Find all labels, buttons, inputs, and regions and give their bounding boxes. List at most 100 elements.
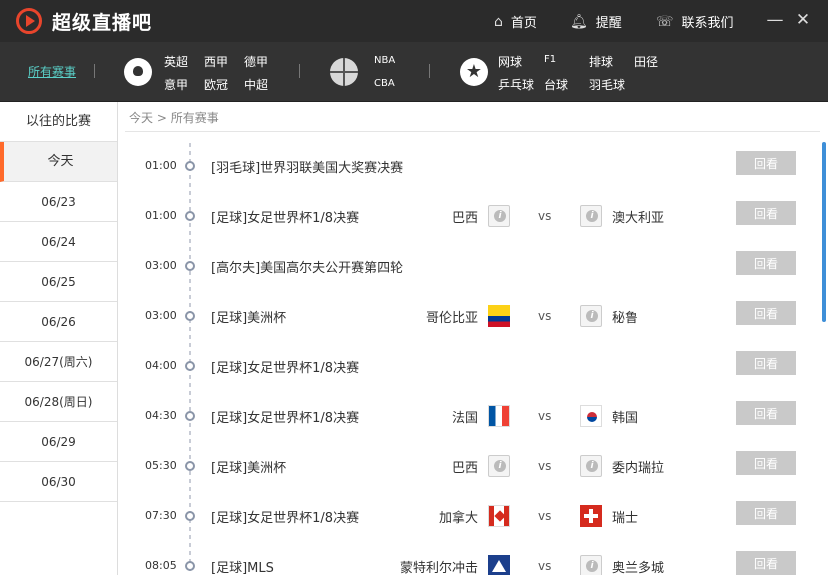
- match-title: [足球]女足世界杯1/8决赛: [211, 411, 360, 426]
- vs-label: vs: [538, 459, 552, 473]
- match-time: 04:00: [145, 359, 177, 372]
- sidebar-item-today[interactable]: 今天: [0, 142, 117, 182]
- replay-button[interactable]: 回看: [736, 551, 796, 575]
- match-row: 03:00 [足球]美洲杯 哥伦比亚 vs i 秘鲁 回看: [125, 300, 815, 350]
- away-team: 奥兰多城: [612, 561, 665, 575]
- sidebar-item-0630[interactable]: 06/30: [0, 462, 117, 502]
- vs-label: vs: [538, 509, 552, 523]
- match-time: 07:30: [145, 509, 177, 522]
- timeline-dot-icon: [185, 311, 195, 321]
- contact-button[interactable]: ☏ 联系我们: [656, 12, 734, 32]
- away-team-flag-icon: i: [580, 305, 602, 327]
- home-team-flag-icon: [488, 505, 510, 527]
- replay-button[interactable]: 回看: [736, 401, 796, 425]
- app-logo-icon: [16, 8, 42, 34]
- replay-button[interactable]: 回看: [736, 251, 796, 275]
- category-soccer-bundesliga[interactable]: 德甲: [244, 53, 268, 70]
- flag-icon: [488, 555, 510, 575]
- category-athletics[interactable]: 田径: [634, 53, 658, 70]
- home-label: 首页: [510, 16, 537, 31]
- match-row: 05:30 [足球]美洲杯 巴西 i vs i 委内瑞拉 回看: [125, 450, 815, 500]
- match-title: [羽毛球]世界羽联美国大奖赛决赛: [211, 161, 404, 176]
- match-row: 04:00 [足球]女足世界杯1/8决赛 回看: [125, 350, 815, 400]
- replay-button[interactable]: 回看: [736, 301, 796, 325]
- breadcrumb-today[interactable]: 今天: [129, 111, 153, 125]
- title-bar: 超级直播吧 ⌂ 首页 🔔︎ 提醒 ☏ 联系我们 — ✕: [0, 0, 828, 42]
- info-icon: i: [494, 460, 506, 472]
- flag-icon: i: [580, 555, 602, 575]
- category-badminton[interactable]: 羽毛球: [589, 76, 625, 93]
- category-billiards[interactable]: 台球: [544, 76, 568, 93]
- replay-button[interactable]: 回看: [736, 351, 796, 375]
- flag-icon: i: [488, 205, 510, 227]
- sidebar-item-0623[interactable]: 06/23: [0, 182, 117, 222]
- category-soccer-seriea[interactable]: 意甲: [164, 76, 188, 93]
- category-nba[interactable]: NBA: [374, 55, 395, 66]
- replay-button[interactable]: 回看: [736, 201, 796, 225]
- minimize-button[interactable]: —: [765, 8, 785, 32]
- category-table-tennis[interactable]: 乒乓球: [498, 76, 534, 93]
- category-soccer-csl[interactable]: 中超: [244, 76, 268, 93]
- match-row: 08:05 [足球]MLS 蒙特利尔冲击 vs i 奥兰多城 回看: [125, 550, 815, 575]
- category-f1[interactable]: F1: [544, 54, 556, 65]
- replay-button[interactable]: 回看: [736, 451, 796, 475]
- all-events-link[interactable]: 所有赛事: [28, 63, 76, 80]
- away-team: 韩国: [612, 411, 639, 426]
- breadcrumb-divider: [125, 131, 820, 132]
- close-button[interactable]: ✕: [793, 8, 813, 32]
- away-team-flag-icon: i: [580, 455, 602, 477]
- sidebar-item-0629[interactable]: 06/29: [0, 422, 117, 462]
- divider: [94, 64, 95, 78]
- category-soccer-premier[interactable]: 英超: [164, 53, 188, 70]
- replay-button[interactable]: 回看: [736, 501, 796, 525]
- replay-button[interactable]: 回看: [736, 151, 796, 175]
- match-time: 04:30: [145, 409, 177, 422]
- scrollbar[interactable]: [822, 142, 826, 322]
- flag-icon: [488, 305, 510, 327]
- match-row: 01:00 [羽毛球]世界羽联美国大奖赛决赛 回看: [125, 150, 815, 200]
- category-cba[interactable]: CBA: [374, 78, 395, 89]
- match-time: 03:00: [145, 259, 177, 272]
- match-row: 03:00 [高尔夫]美国高尔夫公开赛第四轮 回看: [125, 250, 815, 300]
- match-title: [足球]女足世界杯1/8决赛: [211, 511, 360, 526]
- phone-icon: ☏: [656, 13, 674, 30]
- sidebar-item-0628[interactable]: 06/28(周日): [0, 382, 117, 422]
- flag-icon: [580, 405, 602, 427]
- away-team-flag-icon: [580, 505, 602, 527]
- home-team-flag-icon: [488, 405, 510, 427]
- timeline-dot-icon: [185, 461, 195, 471]
- match-time: 01:00: [145, 159, 177, 172]
- category-tennis[interactable]: 网球: [498, 53, 522, 70]
- breadcrumb-current: 所有赛事: [170, 111, 219, 125]
- sidebar-item-0627[interactable]: 06/27(周六): [0, 342, 117, 382]
- home-icon: ⌂: [494, 13, 503, 30]
- sidebar-item-0624[interactable]: 06/24: [0, 222, 117, 262]
- sidebar-item-past[interactable]: 以往的比赛: [0, 102, 117, 142]
- sidebar-item-0626[interactable]: 06/26: [0, 302, 117, 342]
- date-sidebar: 以往的比赛 今天 06/23 06/24 06/25 06/26 06/27(周…: [0, 102, 118, 575]
- flag-icon: [488, 505, 510, 527]
- flag-icon: i: [580, 455, 602, 477]
- home-button[interactable]: ⌂ 首页: [494, 12, 537, 32]
- category-volleyball[interactable]: 排球: [589, 53, 613, 70]
- category-soccer-laliga[interactable]: 西甲: [204, 53, 228, 70]
- remind-button[interactable]: 🔔︎ 提醒: [570, 12, 622, 32]
- away-team: 委内瑞拉: [612, 461, 665, 476]
- flag-icon: [580, 505, 602, 527]
- away-team-flag-icon: i: [580, 205, 602, 227]
- match-time: 03:00: [145, 309, 177, 322]
- match-title: [足球]美洲杯: [211, 461, 287, 476]
- match-time: 08:05: [145, 559, 177, 572]
- flag-icon: i: [580, 305, 602, 327]
- match-title: [足球]女足世界杯1/8决赛: [211, 211, 360, 226]
- breadcrumb: 今天 > 所有赛事: [129, 109, 219, 126]
- sidebar-item-0625[interactable]: 06/25: [0, 262, 117, 302]
- category-bar: 所有赛事 英超 西甲 德甲 意甲 欧冠 中超 NBA CBA ★ 网球 F1 排…: [0, 42, 828, 102]
- category-soccer-ucl[interactable]: 欧冠: [204, 76, 228, 93]
- match-time: 01:00: [145, 209, 177, 222]
- star-icon: ★: [460, 58, 488, 86]
- soccer-ball-icon: [124, 58, 152, 86]
- timeline-dot-icon: [185, 561, 195, 571]
- home-team-flag-icon: i: [488, 205, 510, 227]
- away-team: 澳大利亚: [612, 211, 665, 226]
